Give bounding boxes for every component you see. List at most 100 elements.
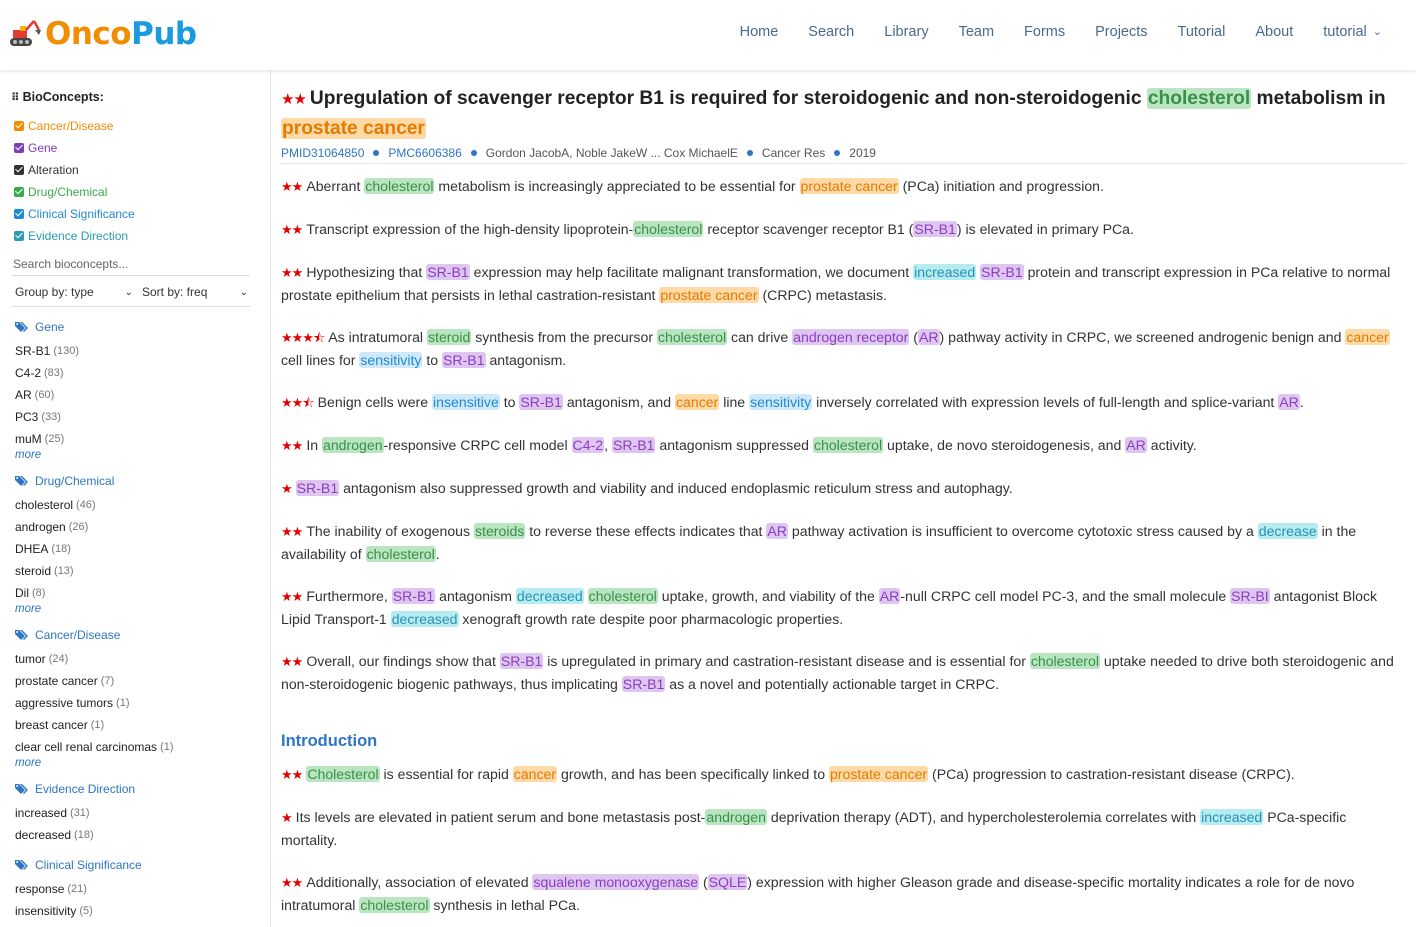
more-link[interactable]: more xyxy=(15,756,174,770)
nav-library[interactable]: Library xyxy=(884,22,928,42)
bioconcept-search-input[interactable] xyxy=(12,252,250,276)
checkbox-checked-icon[interactable] xyxy=(14,165,24,175)
bioconcept-filter-gene[interactable]: Gene xyxy=(14,137,135,159)
cancer-disease-tag[interactable]: cancer xyxy=(512,766,558,782)
drug-chemical-tag[interactable]: cholesterol xyxy=(364,178,435,194)
gene-tag[interactable]: AR xyxy=(766,523,788,539)
drug-chemical-tag[interactable]: steroids xyxy=(473,523,526,539)
nav-about[interactable]: About xyxy=(1255,22,1293,42)
concept-item[interactable]: C4-2 (83) xyxy=(15,362,79,384)
drug-chemical-tag[interactable]: cholesterol xyxy=(365,546,436,562)
clinical-significance-tag[interactable]: sensitivity xyxy=(359,352,423,368)
concept-item[interactable]: breast cancer (1) xyxy=(15,714,174,736)
more-link[interactable]: more xyxy=(15,602,114,616)
checkbox-checked-icon[interactable] xyxy=(14,231,24,241)
sort-by-select[interactable]: Sort by: freq ⌄ xyxy=(139,280,250,304)
drug-chemical-tag[interactable]: cholesterol xyxy=(656,329,728,345)
bioconcept-filter-alteration[interactable]: Alteration xyxy=(14,159,135,181)
concept-item[interactable]: SR-B1 (130) xyxy=(15,340,79,362)
concept-item[interactable]: cholesterol (46) xyxy=(15,494,114,516)
gene-tag[interactable]: androgen receptor xyxy=(792,329,910,345)
concept-item[interactable]: clear cell renal carcinomas (1) xyxy=(15,736,174,758)
gene-tag[interactable]: C4-2 xyxy=(571,437,605,453)
bioconcept-filter-drug-chemical[interactable]: Drug/Chemical xyxy=(14,181,135,203)
group-header[interactable]: Cancer/Disease xyxy=(15,626,174,644)
drug-chemical-tag[interactable]: cholesterol xyxy=(812,437,884,453)
drug-chemical-tag[interactable]: cholesterol xyxy=(633,221,704,237)
nav-forms[interactable]: Forms xyxy=(1024,22,1065,42)
gene-tag[interactable]: SQLE xyxy=(707,874,748,890)
group-header[interactable]: Clinical Significance xyxy=(15,856,142,874)
drug-chemical-tag[interactable]: steroid xyxy=(426,329,472,345)
gene-tag[interactable]: SR-BI xyxy=(1230,588,1270,604)
gene-tag[interactable]: AR xyxy=(1125,437,1147,453)
clinical-significance-tag[interactable]: insensitive xyxy=(432,394,500,410)
bioconcept-filter-clinical-significance[interactable]: Clinical Significance xyxy=(14,203,135,225)
nav-home[interactable]: Home xyxy=(740,22,779,42)
gene-tag[interactable]: SR-B1 xyxy=(621,676,666,692)
concept-item[interactable]: increased (31) xyxy=(15,802,135,824)
cancer-disease-tag[interactable]: prostate cancer xyxy=(281,118,426,139)
pmid-link[interactable]: PMID31064850 xyxy=(281,146,364,160)
checkbox-checked-icon[interactable] xyxy=(14,187,24,197)
cancer-disease-tag[interactable]: cancer xyxy=(1345,329,1390,345)
oncopub-logo[interactable]: OncoPub xyxy=(8,14,197,54)
concept-item[interactable]: prostate cancer (7) xyxy=(15,670,174,692)
gene-tag[interactable]: AR xyxy=(917,329,940,345)
nav-tutorial[interactable]: Tutorial xyxy=(1178,22,1226,42)
gene-tag[interactable]: SR-B1 xyxy=(442,352,486,368)
cancer-disease-tag[interactable]: prostate cancer xyxy=(828,766,929,782)
more-link[interactable]: more xyxy=(15,448,79,462)
gene-tag[interactable]: AR xyxy=(878,588,901,604)
bioconcept-filter-cancer-disease[interactable]: Cancer/Disease xyxy=(14,115,135,137)
checkbox-checked-icon[interactable] xyxy=(14,143,24,153)
gene-tag[interactable]: SR-B1 xyxy=(913,221,957,237)
evidence-direction-tag[interactable]: decrease xyxy=(1257,523,1318,539)
concept-item[interactable]: tumor (24) xyxy=(15,648,174,670)
drug-chemical-tag[interactable]: cholesterol xyxy=(587,588,658,604)
gene-tag[interactable]: SR-B1 xyxy=(295,480,340,496)
drug-chemical-tag[interactable]: cholesterol xyxy=(1029,653,1100,669)
concept-item[interactable]: insensitivity (5) xyxy=(15,900,142,922)
group-header[interactable]: Evidence Direction xyxy=(15,780,135,798)
evidence-direction-tag[interactable]: decreased xyxy=(515,588,584,604)
gene-tag[interactable]: SR-B1 xyxy=(426,264,470,280)
gene-tag[interactable]: SR-B1 xyxy=(519,394,563,410)
evidence-direction-tag[interactable]: increased xyxy=(913,264,977,280)
pmc-link[interactable]: PMC6606386 xyxy=(388,146,461,160)
nav-projects[interactable]: Projects xyxy=(1095,22,1147,42)
checkbox-checked-icon[interactable] xyxy=(14,209,24,219)
gene-tag[interactable]: SR-B1 xyxy=(980,264,1024,280)
concept-item[interactable]: PC3 (33) xyxy=(15,406,79,428)
checkbox-checked-icon[interactable] xyxy=(14,121,24,131)
gene-tag[interactable]: AR xyxy=(1278,394,1300,410)
drug-chemical-tag[interactable]: androgen xyxy=(321,437,384,453)
concept-item[interactable]: muM (25) xyxy=(15,428,79,450)
concept-item[interactable]: decreased (18) xyxy=(15,824,135,846)
evidence-direction-tag[interactable]: decreased xyxy=(390,611,459,627)
concept-item[interactable]: response (21) xyxy=(15,878,142,900)
concept-item[interactable]: AR (60) xyxy=(15,384,79,406)
drug-chemical-tag[interactable]: cholesterol xyxy=(1146,88,1252,109)
gene-tag[interactable]: squalene monooxygenase xyxy=(532,874,700,890)
drug-chemical-tag[interactable]: Cholesterol xyxy=(306,766,380,782)
group-header[interactable]: Gene xyxy=(15,318,79,336)
gene-tag[interactable]: SR-B1 xyxy=(391,588,436,604)
cancer-disease-tag[interactable]: prostate cancer xyxy=(659,287,759,303)
group-header[interactable]: Drug/Chemical xyxy=(15,472,114,490)
concept-item[interactable]: DHEA (18) xyxy=(15,538,114,560)
drug-chemical-tag[interactable]: cholesterol xyxy=(359,897,430,913)
cancer-disease-tag[interactable]: cancer xyxy=(674,394,720,410)
bioconcept-filter-evidence-direction[interactable]: Evidence Direction xyxy=(14,225,135,247)
gene-tag[interactable]: SR-B1 xyxy=(499,653,544,669)
nav-search[interactable]: Search xyxy=(808,22,854,42)
gene-tag[interactable]: SR-B1 xyxy=(611,437,656,453)
group-by-select[interactable]: Group by: type ⌄ xyxy=(12,280,135,304)
concept-item[interactable]: androgen (26) xyxy=(15,516,114,538)
concept-item[interactable]: Dil (8) xyxy=(15,582,114,604)
concept-item[interactable]: steroid (13) xyxy=(15,560,114,582)
concept-item[interactable]: aggressive tumors (1) xyxy=(15,692,174,714)
user-menu[interactable]: tutorial ⌄ xyxy=(1323,22,1382,42)
nav-team[interactable]: Team xyxy=(959,22,994,42)
evidence-direction-tag[interactable]: increased xyxy=(1200,809,1264,825)
